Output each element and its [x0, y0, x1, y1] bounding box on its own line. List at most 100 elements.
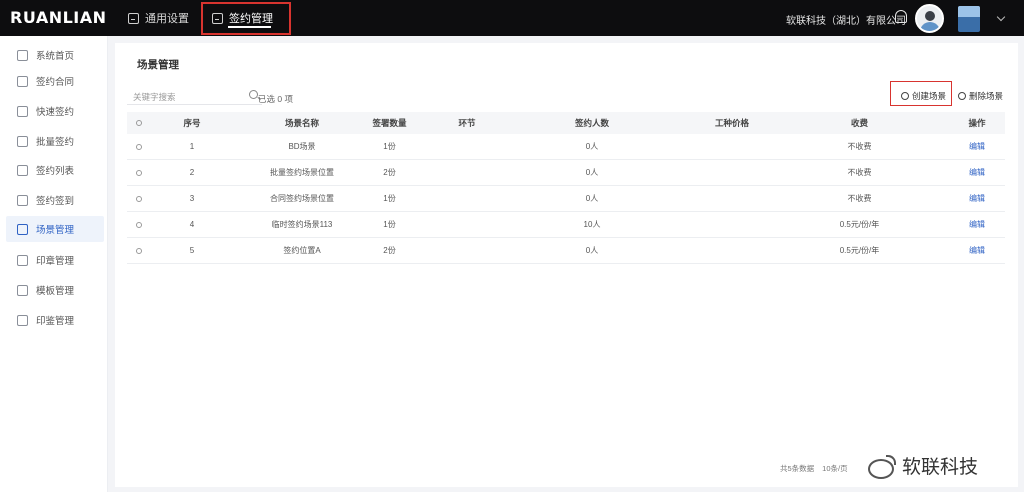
sidebar-item-template-management[interactable]: 模板管理	[6, 277, 104, 303]
sidebar-item-label: 批量签约	[36, 137, 75, 148]
pagination: 共5条数据 10条/页	[780, 463, 848, 474]
delete-scene-button[interactable]: 删除场景	[958, 88, 1003, 104]
column-header: 收费	[850, 118, 868, 128]
select-all-checkbox[interactable]	[127, 112, 151, 134]
edit-link[interactable]: 编辑	[957, 134, 997, 159]
bell-icon[interactable]	[895, 10, 907, 23]
sidebar-item-label: 系统首页	[36, 51, 75, 62]
sidebar-item-label: 签约签到	[36, 196, 75, 207]
edit-link[interactable]: 编辑	[957, 212, 997, 237]
row-checkbox[interactable]	[127, 186, 151, 211]
cell-count: 1份	[383, 220, 396, 229]
table-header: 序号 场景名称 签署数量 环节 签约人数 工种价格 收费 操作	[127, 112, 1005, 134]
cell-fee: 不收费	[847, 142, 872, 151]
sidebar-item-label: 快速签约	[36, 107, 75, 118]
cell-count: 1份	[383, 194, 396, 203]
column-header: 环节	[458, 118, 476, 128]
column-header: 工种价格	[714, 118, 749, 128]
row-checkbox[interactable]	[127, 160, 151, 185]
cell-no: 1	[189, 142, 195, 151]
row-checkbox[interactable]	[127, 238, 151, 263]
search-icon[interactable]	[249, 90, 258, 99]
seal-icon	[17, 254, 28, 266]
table-row: 5 签约位置A 2份 0人 0.5元/份/年 编辑	[127, 238, 1005, 264]
cell-people: 0人	[585, 142, 599, 151]
column-header: 场景名称	[284, 118, 319, 128]
sidebar-item-seal-management[interactable]: 印章管理	[6, 247, 104, 273]
cell-name: BD场景	[288, 142, 316, 151]
top-bar: RUANLIAN 通用设置 签约管理 软联科技（湖北）有限公司	[0, 0, 1024, 36]
cell-fee: 不收费	[847, 168, 872, 177]
cell-price	[687, 186, 777, 211]
cell-no: 4	[189, 220, 195, 229]
checkin-icon	[17, 194, 28, 206]
nav-tab-general-settings[interactable]: 通用设置	[128, 0, 189, 36]
sidebar-item-contracts[interactable]: 签约合同	[6, 68, 104, 94]
cell-people: 10人	[583, 220, 601, 229]
chevron-down-icon[interactable]	[996, 12, 1006, 22]
settings-icon	[128, 12, 139, 24]
sidebar-item-label: 模板管理	[36, 286, 75, 297]
shield-icon	[17, 223, 28, 235]
sidebar-item-label: 印章管理	[36, 256, 75, 267]
table-row: 3 合同签约场景位置 1份 0人 不收费 编辑	[127, 186, 1005, 212]
sidebar: 系统首页 签约合同 快速签约 批量签约 签约列表 签约签到 场景管理 印章管理 …	[0, 36, 108, 492]
cell-price	[687, 134, 777, 159]
edit-link[interactable]: 编辑	[957, 186, 997, 211]
edit-link[interactable]: 编辑	[957, 160, 997, 185]
sidebar-item-sign-list[interactable]: 签约列表	[6, 157, 104, 183]
sidebar-item-stamp-management[interactable]: 印鉴管理	[6, 307, 104, 333]
search-input[interactable]: 关键字搜索	[127, 87, 262, 105]
page-title: 场景管理	[137, 59, 179, 71]
sidebar-item-batch-sign[interactable]: 批量签约	[6, 128, 104, 154]
home-icon	[17, 49, 28, 61]
checkbox-icon	[136, 221, 142, 228]
app-logo[interactable]: RUANLIAN	[10, 8, 107, 27]
sidebar-item-label: 签约合同	[36, 77, 75, 88]
user-avatar[interactable]	[915, 4, 944, 33]
column-header: 操作	[968, 118, 986, 128]
checkbox-icon	[136, 169, 142, 176]
cell-name: 合同签约场景位置	[270, 194, 334, 203]
sidebar-item-home[interactable]: 系统首页	[6, 42, 104, 68]
sidebar-item-sign-checkin[interactable]: 签约签到	[6, 187, 104, 213]
watermark-text: 软联科技	[902, 456, 979, 478]
scene-table: 序号 场景名称 签署数量 环节 签约人数 工种价格 收费 操作 1 BD场景 1…	[127, 112, 1005, 264]
checkbox-icon	[136, 247, 142, 254]
cell-price	[687, 160, 777, 185]
table-row: 4 临时签约场景113 1份 10人 0.5元/份/年 编辑	[127, 212, 1005, 238]
column-header: 签约人数	[574, 118, 609, 128]
cell-people: 0人	[585, 168, 599, 177]
delete-scene-label: 删除场景	[969, 91, 1004, 101]
column-header: 签署数量	[372, 118, 407, 128]
table-row: 1 BD场景 1份 0人 不收费 编辑	[127, 134, 1005, 160]
sidebar-item-scene-management[interactable]: 场景管理	[6, 216, 104, 242]
cell-stage	[442, 238, 492, 263]
cell-stage	[442, 212, 492, 237]
weibo-icon	[866, 454, 896, 479]
search-placeholder: 关键字搜索	[133, 92, 176, 102]
selected-count: 已选 0 项	[258, 94, 293, 104]
cell-stage	[442, 160, 492, 185]
cell-fee: 0.5元/份/年	[839, 220, 880, 229]
sidebar-item-quick-sign[interactable]: 快速签约	[6, 98, 104, 124]
edit-link[interactable]: 编辑	[957, 238, 997, 263]
cell-name: 签约位置A	[283, 246, 321, 255]
company-name: 软联科技（湖北）有限公司	[786, 16, 906, 27]
cell-fee: 不收费	[847, 194, 872, 203]
cell-name: 临时签约场景113	[271, 220, 333, 229]
company-avatar[interactable]	[958, 6, 980, 32]
nav-tab-label: 通用设置	[145, 13, 189, 25]
cell-fee: 0.5元/份/年	[839, 246, 880, 255]
cell-no: 5	[189, 246, 195, 255]
template-icon	[17, 284, 28, 296]
cell-stage	[442, 134, 492, 159]
cell-stage	[442, 186, 492, 211]
highlight-box-nav	[201, 2, 291, 35]
checkbox-icon	[136, 120, 142, 126]
cell-count: 1份	[383, 142, 396, 151]
row-checkbox[interactable]	[127, 212, 151, 237]
sidebar-item-label: 印鉴管理	[36, 316, 75, 327]
row-checkbox[interactable]	[127, 134, 151, 159]
page-size-select[interactable]: 10条/页	[822, 463, 847, 474]
